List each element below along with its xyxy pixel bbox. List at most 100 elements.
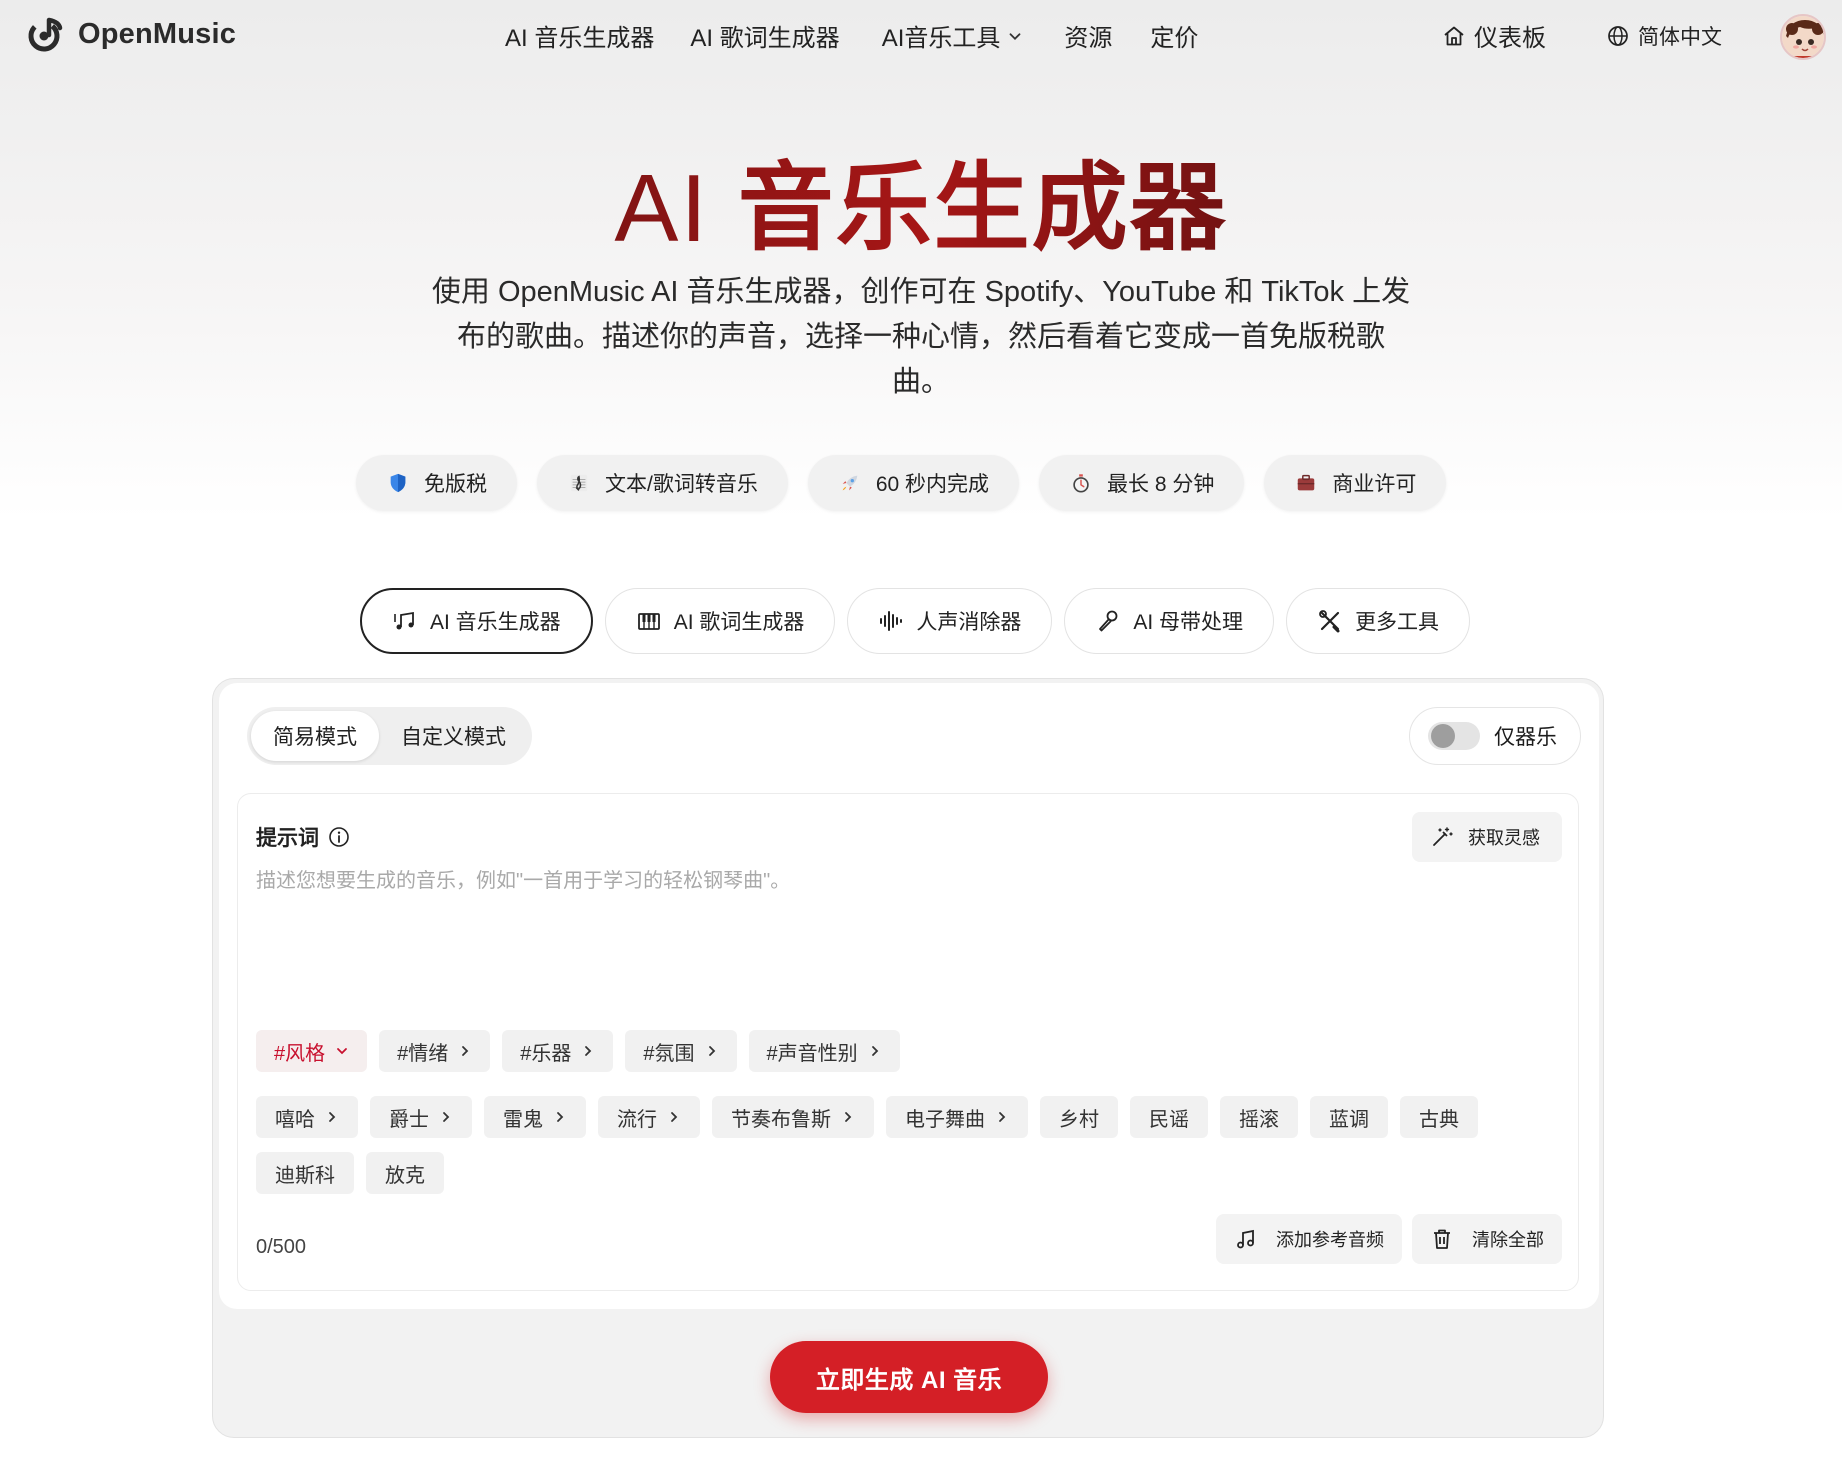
- genre-label: 爵士: [389, 1108, 429, 1131]
- hero-description: 使用 OpenMusic AI 音乐生成器，创作可在 Spotify、YouTu…: [431, 276, 1411, 398]
- feature-royalty-free: 免版税: [356, 455, 517, 511]
- instrumental-toggle[interactable]: 仅器乐: [1409, 707, 1581, 765]
- dashboard-label: 仪表板: [1474, 25, 1546, 52]
- inspire-label: 获取灵感: [1468, 828, 1540, 848]
- language-label: 简体中文: [1638, 26, 1722, 49]
- tag-categories: #风格 #情绪 #乐器 #氛围 #声音性别: [256, 1030, 900, 1072]
- tag-category-label: #氛围: [643, 1042, 695, 1065]
- nav-ai-music-tools[interactable]: AI音乐工具: [882, 18, 1025, 53]
- get-inspiration-button[interactable]: 获取灵感: [1412, 812, 1562, 862]
- genre-label: 蓝调: [1329, 1108, 1369, 1131]
- genre-label: 摇滚: [1239, 1108, 1279, 1131]
- nav-label: 资源: [1064, 25, 1113, 52]
- feature-label: 商业许可: [1332, 473, 1417, 496]
- chevron-right-icon: [462, 1046, 469, 1056]
- tab-vocal-remover[interactable]: 人声消除器: [847, 588, 1053, 654]
- tag-category-instrument[interactable]: #乐器: [502, 1030, 614, 1072]
- genre-tag[interactable]: 流行: [598, 1096, 700, 1138]
- genre-tag[interactable]: 迪斯科: [256, 1152, 354, 1194]
- genre-tags: 嘻哈 爵士 雷鬼 流行 节奏布鲁斯 电子舞曲 乡村 民谣 摇滚 蓝调 古典 迪斯…: [256, 1096, 1556, 1194]
- page-title: AI 音乐生成器: [0, 130, 1842, 269]
- home-icon: [1444, 26, 1464, 45]
- feature-text-to-music: 文本/歌词转音乐: [537, 455, 788, 511]
- tag-category-mood[interactable]: #情绪: [379, 1030, 491, 1072]
- chevron-right-icon: [671, 1112, 678, 1122]
- generator-card: 简易模式 自定义模式 仅器乐 提示词 获取灵感 #风格: [212, 678, 1604, 1438]
- nav-label: AI 音乐生成器: [505, 25, 655, 52]
- feature-label: 最长 8 分钟: [1107, 473, 1215, 496]
- tab-ai-mastering[interactable]: AI 母带处理: [1064, 588, 1275, 654]
- mode-toggle: 简易模式 自定义模式: [247, 707, 532, 765]
- nav-ai-lyrics-generator[interactable]: AI 歌词生成器: [690, 18, 839, 53]
- tag-category-style[interactable]: #风格: [256, 1030, 368, 1072]
- tab-more-tools[interactable]: 更多工具: [1286, 588, 1471, 654]
- user-avatar[interactable]: [1780, 14, 1826, 60]
- custom-mode-button[interactable]: 自定义模式: [379, 711, 528, 761]
- chevron-right-icon: [871, 1046, 878, 1056]
- tab-label: AI 音乐生成器: [430, 611, 561, 634]
- prompt-input[interactable]: [256, 866, 1546, 1046]
- switch-knob: [1431, 724, 1455, 748]
- tag-category-label: #乐器: [520, 1042, 572, 1065]
- tag-category-vocal-gender[interactable]: #声音性别: [748, 1030, 900, 1072]
- simple-mode-button[interactable]: 简易模式: [251, 711, 379, 761]
- feature-60-seconds: 60 秒内完成: [807, 455, 1020, 511]
- genre-label: 放克: [385, 1164, 425, 1187]
- title-main: 音乐生成器: [737, 155, 1228, 262]
- info-icon[interactable]: [327, 825, 351, 849]
- chevron-right-icon: [329, 1112, 336, 1122]
- tag-category-label: #声音性别: [766, 1042, 858, 1065]
- nav-pricing[interactable]: 定价: [1150, 18, 1198, 53]
- clear-all-button[interactable]: 清除全部: [1412, 1214, 1562, 1264]
- music-notes-icon: [394, 611, 414, 630]
- genre-tag[interactable]: 蓝调: [1310, 1096, 1388, 1138]
- globe-icon: [1608, 26, 1628, 46]
- music-note-icon: [1237, 1229, 1254, 1249]
- nav-ai-music-generator[interactable]: AI 音乐生成器: [505, 18, 654, 53]
- prompt-label: 提示词: [256, 822, 351, 852]
- genre-tag[interactable]: 民谣: [1130, 1096, 1208, 1138]
- genre-tag[interactable]: 雷鬼: [484, 1096, 586, 1138]
- genre-tag[interactable]: 爵士: [370, 1096, 472, 1138]
- genre-tag[interactable]: 摇滚: [1220, 1096, 1298, 1138]
- genre-label: 民谣: [1149, 1108, 1189, 1131]
- genre-tag[interactable]: 电子舞曲: [886, 1096, 1028, 1138]
- waveform-icon: [880, 611, 903, 631]
- tab-label: 人声消除器: [916, 611, 1022, 634]
- genre-tag[interactable]: 乡村: [1040, 1096, 1118, 1138]
- genre-tag[interactable]: 古典: [1400, 1096, 1478, 1138]
- genre-tag[interactable]: 放克: [366, 1152, 444, 1194]
- tab-label: AI 歌词生成器: [673, 611, 805, 634]
- prompt-box: 提示词 获取灵感 #风格 #情绪 #乐器: [237, 793, 1579, 1291]
- genre-label: 雷鬼: [503, 1108, 543, 1131]
- generate-music-button[interactable]: 立即生成 AI 音乐: [770, 1341, 1048, 1413]
- logo[interactable]: OpenMusic: [26, 14, 236, 54]
- genre-tag[interactable]: 嘻哈: [256, 1096, 358, 1138]
- genre-label: 电子舞曲: [905, 1108, 985, 1131]
- prompt-actions: 添加参考音频 清除全部: [1216, 1214, 1562, 1264]
- genre-label: 节奏布鲁斯: [731, 1108, 831, 1131]
- genre-label: 嘻哈: [275, 1108, 315, 1131]
- music-score-icon: [567, 471, 591, 495]
- genre-tag[interactable]: 节奏布鲁斯: [712, 1096, 874, 1138]
- tab-label: AI 母带处理: [1133, 611, 1244, 634]
- chevron-down-icon: [337, 1048, 348, 1055]
- chevron-right-icon: [708, 1046, 715, 1056]
- nav-label: 定价: [1150, 25, 1199, 52]
- dashboard-link[interactable]: 仪表板: [1442, 18, 1546, 53]
- genre-label: 古典: [1419, 1108, 1459, 1131]
- rocket-icon: [838, 471, 862, 495]
- instrumental-switch[interactable]: [1428, 722, 1480, 750]
- main-nav: AI 音乐生成器 AI 歌词生成器 AI音乐工具 资源 定价: [505, 18, 1198, 53]
- tab-ai-music-generator[interactable]: AI 音乐生成器: [360, 588, 593, 654]
- shield-icon: [386, 471, 410, 495]
- feature-label: 免版税: [424, 473, 487, 496]
- tool-tabs: AI 音乐生成器 AI 歌词生成器 人声消除器 AI 母带处理 更多工具: [360, 588, 1471, 654]
- nav-resources[interactable]: 资源: [1064, 18, 1112, 53]
- brand-name: OpenMusic: [78, 17, 237, 50]
- add-reference-audio-button[interactable]: 添加参考音频: [1216, 1214, 1402, 1264]
- tab-ai-lyrics-generator[interactable]: AI 歌词生成器: [604, 588, 836, 654]
- language-selector[interactable]: 简体中文: [1606, 21, 1722, 51]
- openmusic-logo-icon: [28, 17, 63, 52]
- tag-category-atmosphere[interactable]: #氛围: [625, 1030, 737, 1072]
